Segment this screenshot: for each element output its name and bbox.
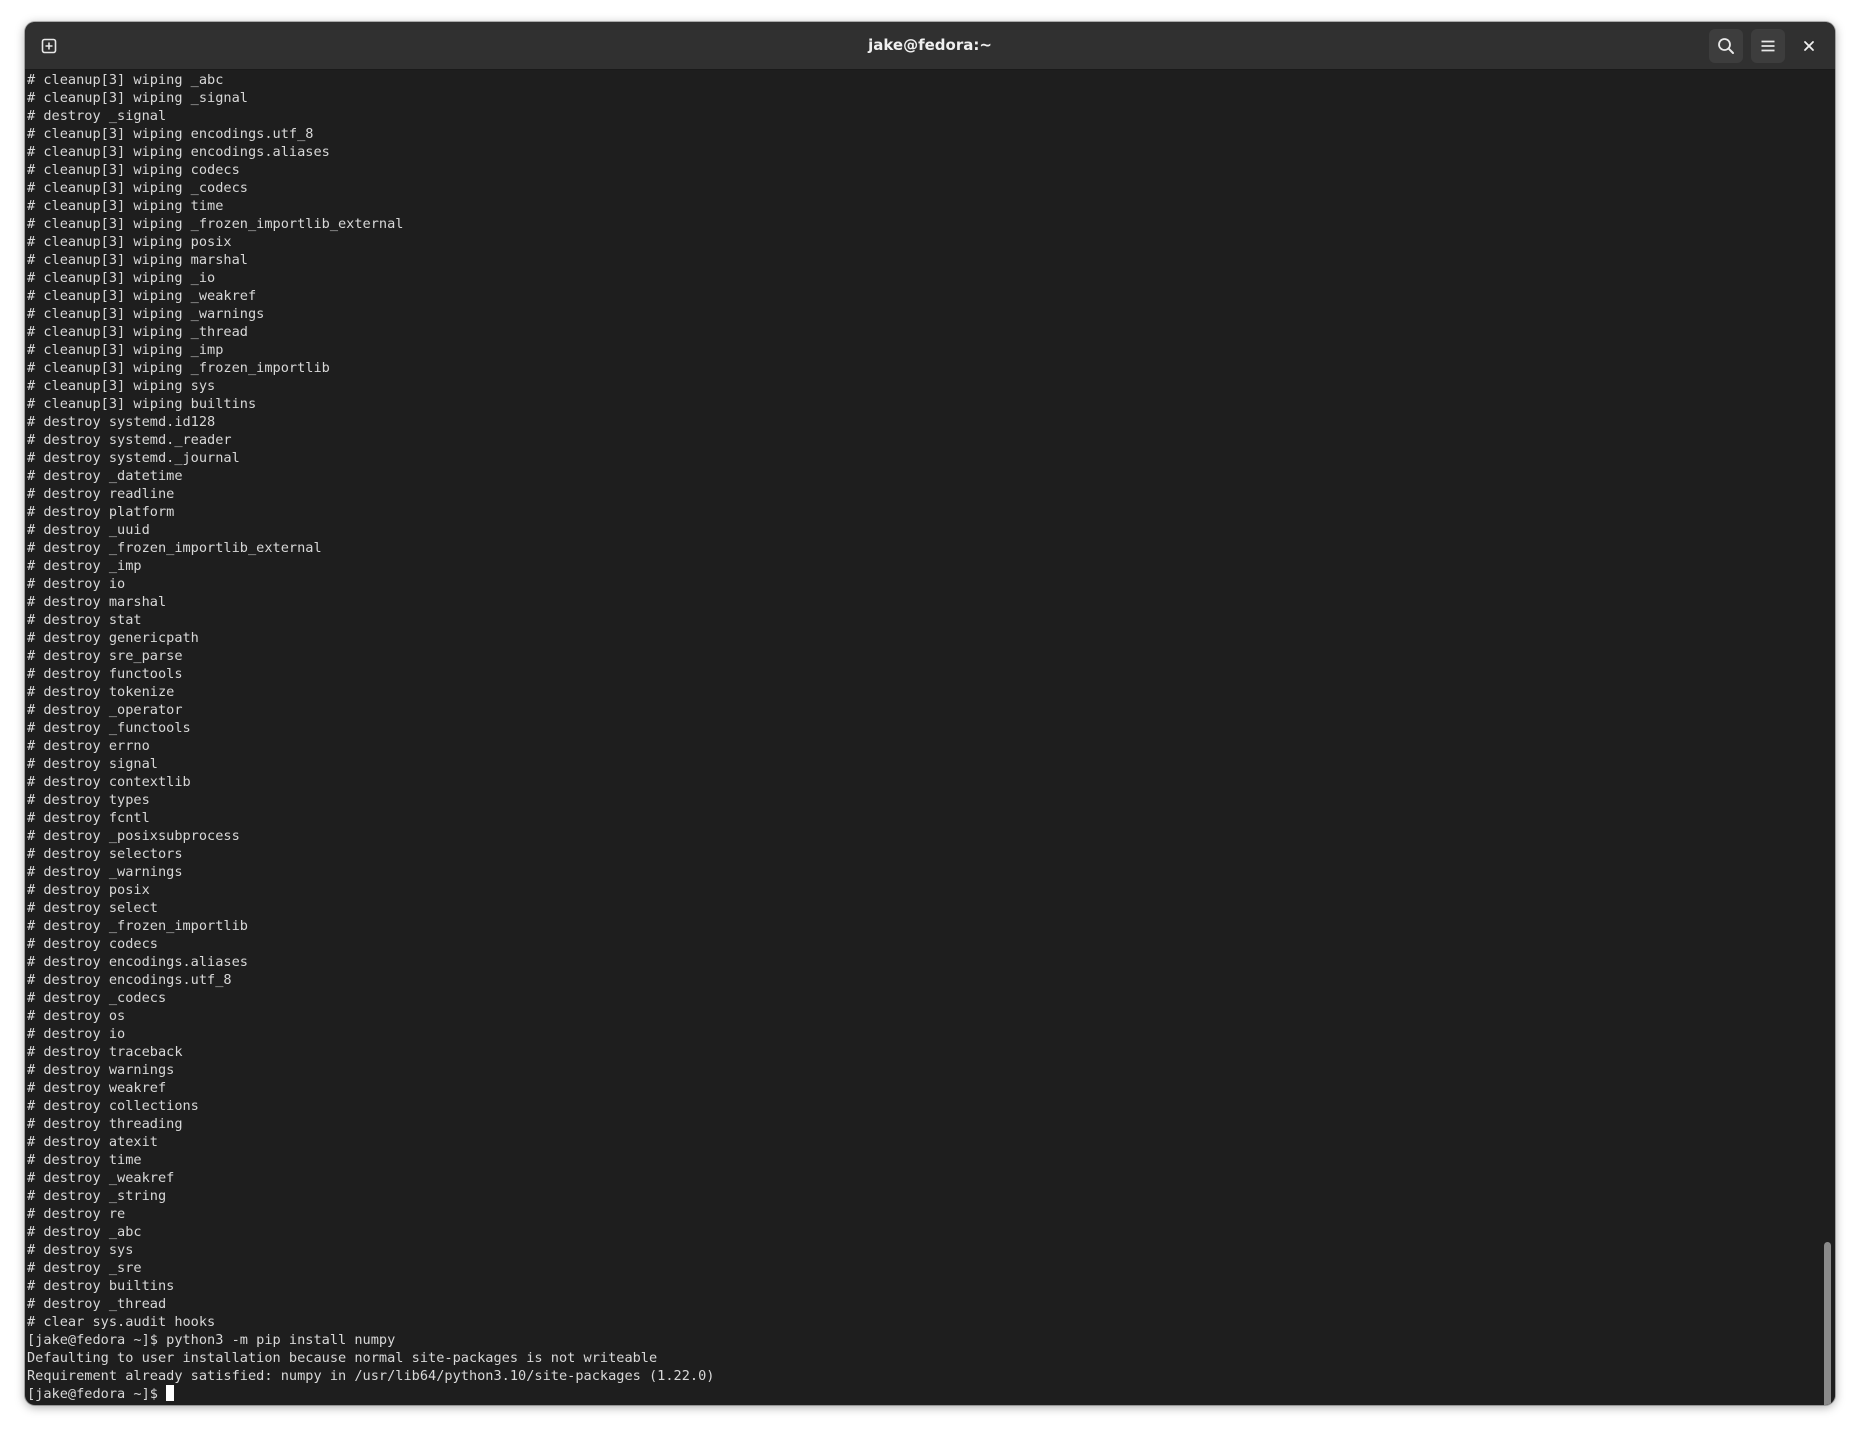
terminal-line: # destroy systemd._reader	[27, 432, 232, 448]
terminal-line: # destroy readline	[27, 486, 175, 502]
terminal-line: # clear sys.audit hooks	[27, 1314, 216, 1330]
terminal-line: # destroy _thread	[27, 1296, 167, 1312]
terminal-line: # destroy genericpath	[27, 630, 199, 646]
terminal-line: # destroy select	[27, 900, 158, 916]
terminal-line: # cleanup[3] wiping builtins	[27, 396, 257, 412]
terminal-line: # cleanup[3] wiping _frozen_importlib	[27, 360, 330, 376]
terminal-line: # destroy types	[27, 792, 150, 808]
shell-prompt: [jake@fedora ~]$	[27, 1386, 167, 1402]
terminal-line: # cleanup[3] wiping _imp	[27, 342, 224, 358]
search-button[interactable]	[1709, 29, 1743, 63]
terminal-line: # destroy posix	[27, 882, 150, 898]
terminal-line: # destroy tokenize	[27, 684, 175, 700]
terminal-line: Requirement already satisfied: numpy in …	[27, 1368, 715, 1384]
terminal-line: # destroy threading	[27, 1116, 183, 1132]
terminal-line: # destroy _uuid	[27, 522, 150, 538]
terminal-line: # cleanup[3] wiping sys	[27, 378, 216, 394]
terminal-line: # destroy errno	[27, 738, 150, 754]
terminal-line: # destroy _warnings	[27, 864, 183, 880]
terminal-line: # destroy _abc	[27, 1224, 142, 1240]
terminal-line: # destroy _codecs	[27, 990, 167, 1006]
terminal-line: # destroy marshal	[27, 594, 167, 610]
terminal-line: # destroy collections	[27, 1098, 199, 1114]
terminal-line: # destroy fcntl	[27, 810, 150, 826]
terminal-line: # destroy io	[27, 576, 126, 592]
terminal-line: # destroy signal	[27, 756, 158, 772]
terminal-output[interactable]: # cleanup[3] wiping _abc # cleanup[3] wip…	[27, 71, 1819, 1405]
close-button[interactable]	[1794, 31, 1824, 61]
terminal-line: # destroy _weakref	[27, 1170, 175, 1186]
terminal-line: # destroy systemd._journal	[27, 450, 240, 466]
new-tab-button[interactable]	[32, 29, 66, 63]
terminal-line: # destroy os	[27, 1008, 126, 1024]
terminal-line: # destroy encodings.utf_8	[27, 972, 232, 988]
terminal-line: # destroy _imp	[27, 558, 142, 574]
terminal-line: # destroy functools	[27, 666, 183, 682]
terminal-line: # cleanup[3] wiping _signal	[27, 90, 248, 106]
scrollbar-thumb[interactable]	[1824, 1242, 1831, 1405]
vertical-scrollbar[interactable]	[1819, 70, 1835, 1405]
terminal-line: # cleanup[3] wiping posix	[27, 234, 232, 250]
terminal-line: # cleanup[3] wiping _io	[27, 270, 216, 286]
terminal-window: jake@fedora:~ # cleanup[3] wiping _abc #…	[25, 22, 1835, 1405]
terminal-line: # destroy selectors	[27, 846, 183, 862]
hamburger-menu-icon	[1761, 40, 1775, 52]
terminal-line: # cleanup[3] wiping _weakref	[27, 288, 257, 304]
terminal-line: # destroy contextlib	[27, 774, 191, 790]
terminal-line: # destroy platform	[27, 504, 175, 520]
terminal-line: # cleanup[3] wiping time	[27, 198, 224, 214]
terminal-line: # destroy sys	[27, 1242, 134, 1258]
terminal-line: # cleanup[3] wiping encodings.utf_8	[27, 126, 314, 142]
terminal-line: # destroy time	[27, 1152, 142, 1168]
terminal-line: # destroy systemd.id128	[27, 414, 216, 430]
terminal-line: # destroy _frozen_importlib	[27, 918, 248, 934]
terminal-line: # destroy _string	[27, 1188, 167, 1204]
terminal-line: # destroy io	[27, 1026, 126, 1042]
terminal-line: # cleanup[3] wiping _codecs	[27, 180, 248, 196]
terminal-line: # destroy _datetime	[27, 468, 183, 484]
new-tab-icon	[41, 38, 57, 54]
close-icon	[1804, 41, 1814, 51]
terminal-line: Defaulting to user installation because …	[27, 1350, 658, 1366]
header-bar: jake@fedora:~	[25, 22, 1835, 70]
terminal-line: # destroy _sre	[27, 1260, 142, 1276]
text-cursor	[166, 1385, 175, 1401]
terminal-prompt-line: [jake@fedora ~]$	[27, 1385, 1819, 1403]
terminal-line: # destroy _frozen_importlib_external	[27, 540, 322, 556]
terminal-line: # destroy sre_parse	[27, 648, 183, 664]
terminal-line: # cleanup[3] wiping _warnings	[27, 306, 265, 322]
terminal-line: # destroy warnings	[27, 1062, 175, 1078]
terminal-line: [jake@fedora ~]$ python3 -m pip install …	[27, 1332, 396, 1348]
search-icon	[1718, 38, 1734, 54]
terminal-line: # cleanup[3] wiping _abc	[27, 72, 224, 88]
terminal-line: # destroy re	[27, 1206, 126, 1222]
terminal-line: # cleanup[3] wiping _frozen_importlib_ex…	[27, 216, 404, 232]
terminal-line: # cleanup[3] wiping marshal	[27, 252, 248, 268]
terminal-line: # destroy weakref	[27, 1080, 167, 1096]
main-menu-button[interactable]	[1751, 29, 1785, 63]
terminal-line: # destroy _functools	[27, 720, 191, 736]
terminal-line: # cleanup[3] wiping _thread	[27, 324, 248, 340]
terminal-line: # destroy atexit	[27, 1134, 158, 1150]
terminal-line: # destroy _signal	[27, 108, 167, 124]
terminal-line: # cleanup[3] wiping codecs	[27, 162, 240, 178]
terminal-line: # destroy _operator	[27, 702, 183, 718]
terminal-line: # destroy builtins	[27, 1278, 175, 1294]
terminal-line: # destroy traceback	[27, 1044, 183, 1060]
terminal-line: # destroy encodings.aliases	[27, 954, 248, 970]
window-title: jake@fedora:~	[868, 36, 992, 54]
terminal-line: # cleanup[3] wiping encodings.aliases	[27, 144, 330, 160]
terminal-line: # destroy stat	[27, 612, 142, 628]
terminal-line: # destroy _posixsubprocess	[27, 828, 240, 844]
terminal-line: # destroy codecs	[27, 936, 158, 952]
